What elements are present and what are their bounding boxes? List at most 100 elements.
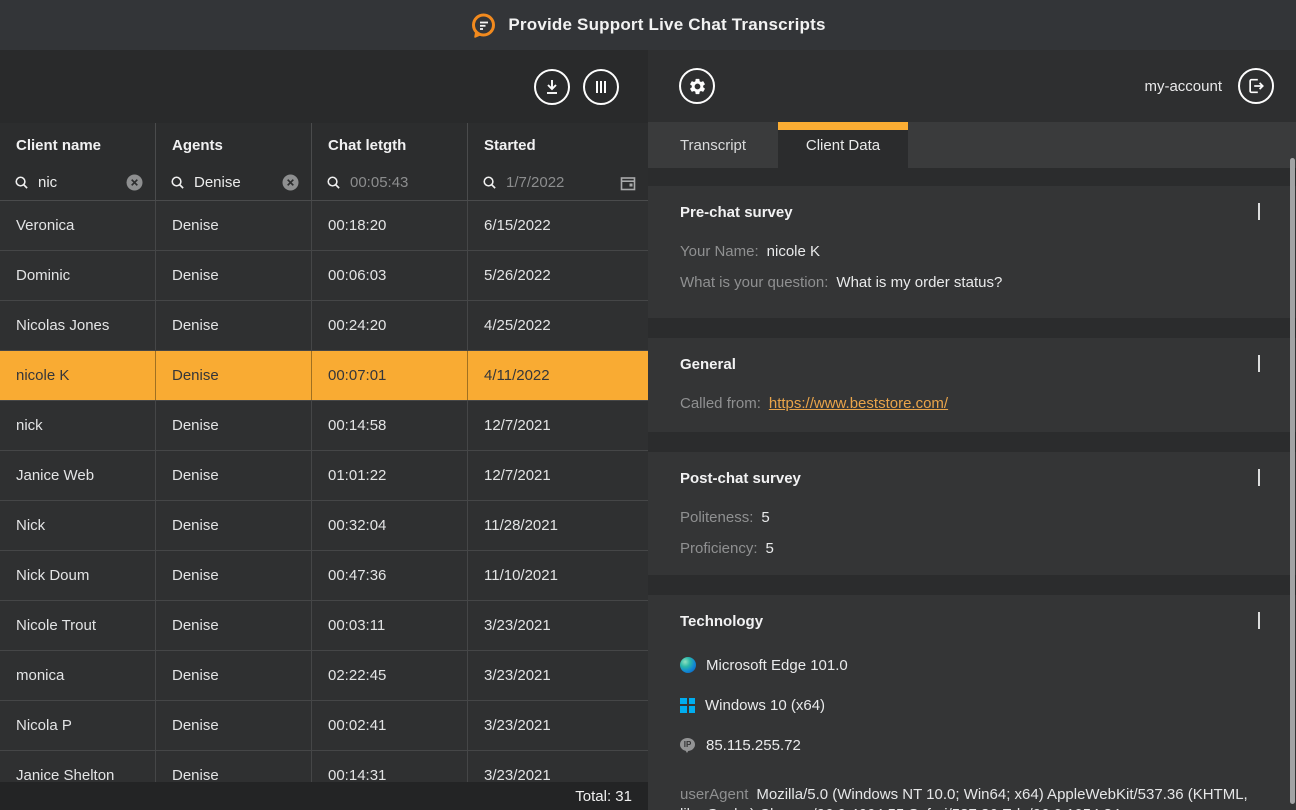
table-row[interactable]: NickDenise00:32:0411/28/2021	[0, 501, 648, 551]
cell-client: Nicolas Jones	[0, 301, 156, 350]
logout-button[interactable]	[1238, 68, 1274, 104]
cell-chat-length: 00:47:36	[312, 551, 468, 600]
cell-client: Nicola P	[0, 701, 156, 750]
cell-chat-length: 02:22:45	[312, 651, 468, 700]
cell-chat-length: 00:14:58	[312, 401, 468, 450]
cell-client: nicole K	[0, 351, 156, 400]
cell-chat-length: 00:24:20	[312, 301, 468, 350]
column-header-client-name[interactable]: Client name	[0, 123, 156, 165]
column-header-agents[interactable]: Agents	[156, 123, 312, 165]
search-icon	[170, 175, 185, 190]
cell-started: 11/10/2021	[468, 551, 648, 600]
collapse-section-button[interactable]	[1254, 353, 1264, 376]
chevron-up-icon	[1258, 203, 1260, 220]
tech-os: Windows 10 (x64)	[680, 685, 1264, 725]
table-row[interactable]: Nicolas JonesDenise00:24:204/25/2022	[0, 301, 648, 351]
user-agent: userAgentMozilla/5.0 (Windows NT 10.0; W…	[680, 785, 1264, 810]
cell-agent: Denise	[156, 401, 312, 450]
chevron-up-icon	[1258, 612, 1260, 629]
detail-tabs: Transcript Client Data	[648, 122, 1296, 168]
table-row[interactable]: nickDenise00:14:5812/7/2021	[0, 401, 648, 451]
cell-agent: Denise	[156, 551, 312, 600]
column-filter-button[interactable]	[583, 69, 619, 105]
started-filter-input[interactable]	[506, 174, 611, 191]
total-count: Total: 31	[575, 788, 632, 805]
cell-client: Nicole Trout	[0, 601, 156, 650]
cell-client: nick	[0, 401, 156, 450]
download-button[interactable]	[534, 69, 570, 105]
cell-agent: Denise	[156, 251, 312, 300]
clear-circle-icon	[126, 174, 143, 191]
agents-filter	[156, 165, 312, 200]
account-label: my-account	[1144, 78, 1222, 95]
cell-chat-length: 00:02:41	[312, 701, 468, 750]
cell-started: 5/26/2022	[468, 251, 648, 300]
tab-transcript[interactable]: Transcript	[648, 122, 778, 168]
client-name-filter	[0, 165, 156, 200]
field-your-name: Your Name:nicole K	[680, 236, 1264, 267]
cell-chat-length: 00:18:20	[312, 201, 468, 250]
cell-client: Janice Web	[0, 451, 156, 500]
table-row-selected[interactable]: nicole KDenise00:07:014/11/2022	[0, 351, 648, 401]
cell-agent: Denise	[156, 601, 312, 650]
search-icon	[14, 175, 29, 190]
cell-agent: Denise	[156, 351, 312, 400]
table-row[interactable]: Janice WebDenise01:01:2212/7/2021	[0, 451, 648, 501]
transcripts-list-panel: Client name Agents Chat letgth Started	[0, 50, 648, 810]
windows-icon	[680, 698, 695, 713]
section-pre-chat-survey: Pre-chat survey Your Name:nicole K What …	[648, 186, 1296, 318]
chat-length-filter	[312, 165, 468, 200]
date-picker-button[interactable]	[620, 175, 636, 191]
cell-started: 4/11/2022	[468, 351, 648, 400]
calendar-icon	[620, 175, 636, 191]
table-row[interactable]: Nick DoumDenise00:47:3611/10/2021	[0, 551, 648, 601]
clear-circle-icon	[282, 174, 299, 191]
field-proficiency: Proficiency:5	[680, 533, 1264, 564]
cell-started: 3/23/2021	[468, 701, 648, 750]
column-header-started[interactable]: Started	[468, 123, 648, 165]
cell-client: Nick	[0, 501, 156, 550]
cell-chat-length: 00:32:04	[312, 501, 468, 550]
chevron-up-icon	[1258, 469, 1260, 486]
cell-client: Veronica	[0, 201, 156, 250]
cell-chat-length: 00:03:11	[312, 601, 468, 650]
agents-filter-input[interactable]	[194, 174, 273, 191]
cell-chat-length: 01:01:22	[312, 451, 468, 500]
cell-started: 3/23/2021	[468, 601, 648, 650]
clear-client-filter-button[interactable]	[126, 174, 143, 191]
gear-icon	[688, 77, 707, 96]
detail-toolbar: my-account	[648, 50, 1296, 122]
tab-client-data[interactable]: Client Data	[778, 122, 908, 168]
table-row[interactable]: DominicDenise00:06:035/26/2022	[0, 251, 648, 301]
section-post-chat-survey: Post-chat survey Politeness:5 Proficienc…	[648, 452, 1296, 575]
table-row[interactable]: VeronicaDenise00:18:206/15/2022	[0, 201, 648, 251]
search-icon	[326, 175, 341, 190]
table-row[interactable]: Nicola PDenise00:02:413/23/2021	[0, 701, 648, 751]
column-header-chat-length[interactable]: Chat letgth	[312, 123, 468, 165]
ip-pin-icon: IP	[680, 738, 696, 753]
called-from-link[interactable]: https://www.beststore.com/	[769, 395, 948, 412]
clear-agents-filter-button[interactable]	[282, 174, 299, 191]
started-filter	[468, 165, 648, 200]
cell-started: 6/15/2022	[468, 201, 648, 250]
download-icon	[543, 78, 561, 96]
client-name-filter-input[interactable]	[38, 174, 117, 191]
settings-button[interactable]	[679, 68, 715, 104]
tech-ip: IP 85.115.255.72	[680, 725, 1264, 765]
cell-agent: Denise	[156, 501, 312, 550]
collapse-section-button[interactable]	[1254, 610, 1264, 633]
collapse-section-button[interactable]	[1254, 467, 1264, 490]
chat-length-filter-input[interactable]	[350, 174, 455, 191]
detail-panel: my-account Transcript Client Data Pre-ch…	[648, 50, 1296, 810]
cell-started: 4/25/2022	[468, 301, 648, 350]
cell-client: monica	[0, 651, 156, 700]
table-row[interactable]: monicaDenise02:22:453/23/2021	[0, 651, 648, 701]
app-title: Provide Support Live Chat Transcripts	[508, 15, 825, 35]
edge-browser-icon	[680, 657, 696, 673]
collapse-section-button[interactable]	[1254, 201, 1264, 224]
vertical-scrollbar[interactable]	[1290, 158, 1295, 804]
cell-chat-length: 00:07:01	[312, 351, 468, 400]
table-footer: Total: 31	[0, 782, 648, 810]
table-row[interactable]: Nicole TroutDenise00:03:113/23/2021	[0, 601, 648, 651]
search-icon	[482, 175, 497, 190]
